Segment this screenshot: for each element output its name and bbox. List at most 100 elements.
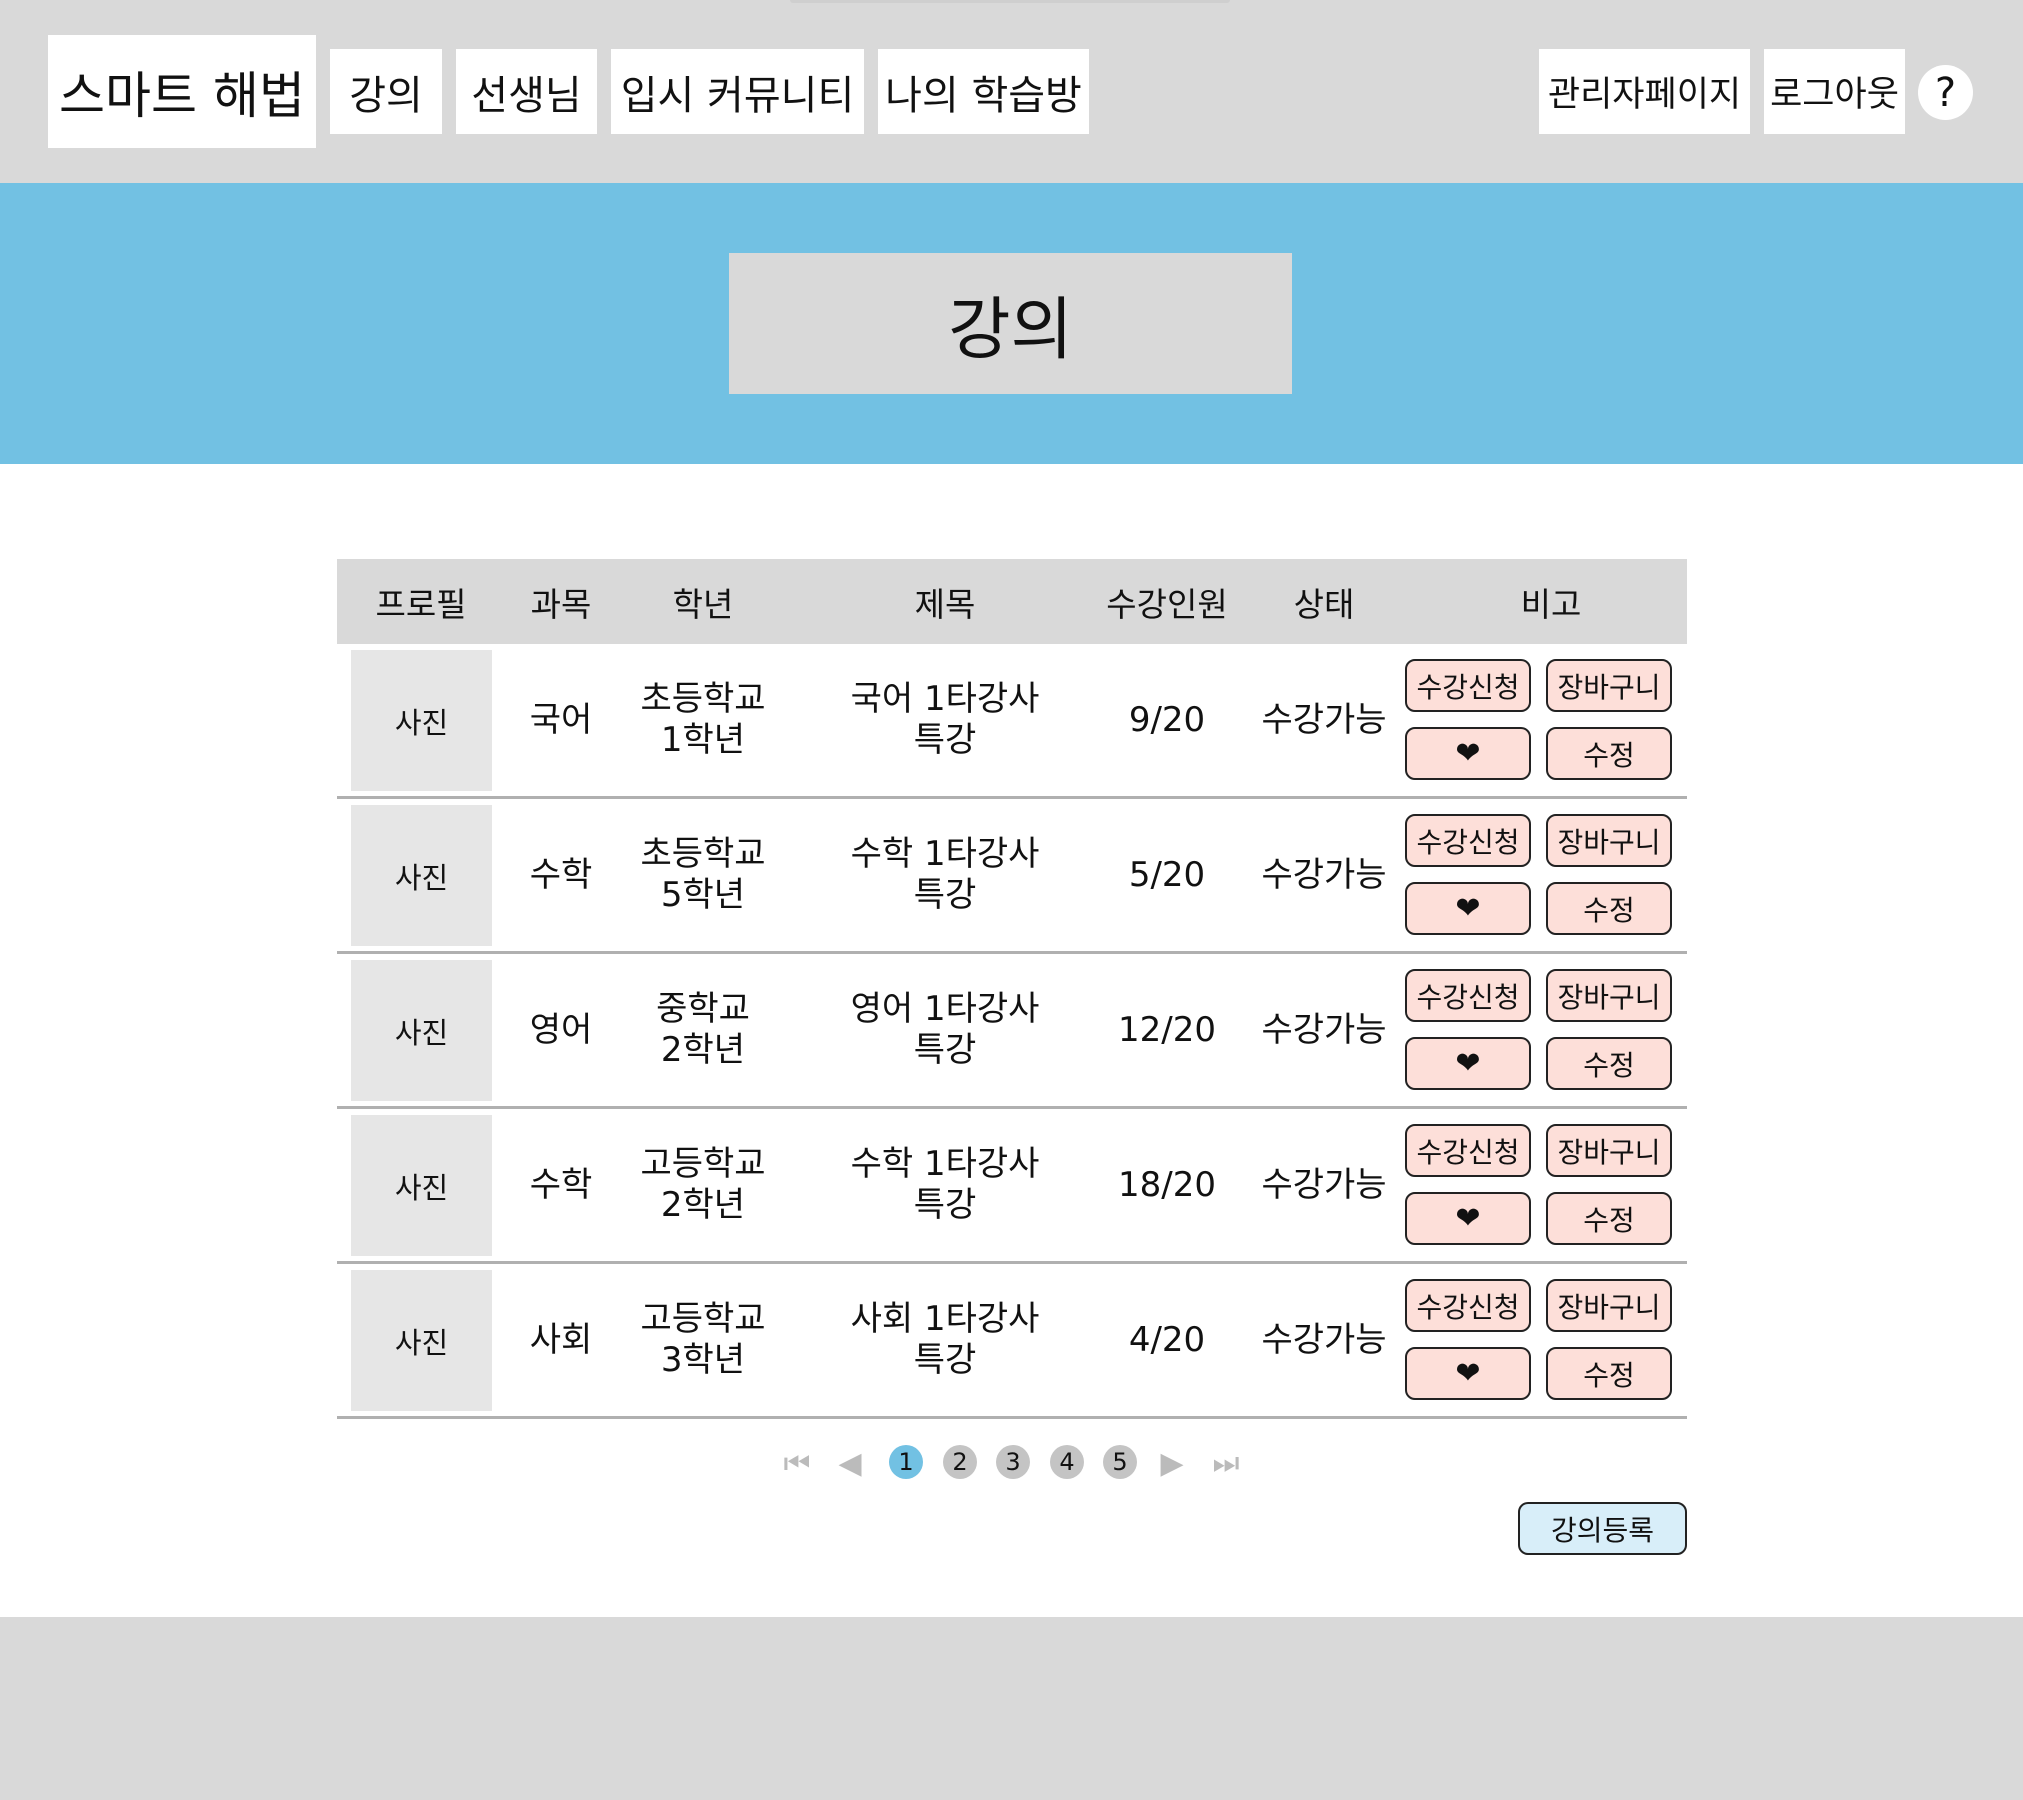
page-number[interactable]: 5 — [1103, 1445, 1137, 1479]
lecture-table: 프로필 과목 학년 제목 수강인원 상태 비고 사진 국어 초등학교 1학년 국어… — [337, 559, 1687, 1419]
subject-cell: 국어 — [529, 699, 593, 740]
grade-school: 초등학교 — [640, 679, 766, 719]
enrollment-cell: 5/20 — [1128, 854, 1206, 895]
title-line-2: 특강 — [913, 1340, 977, 1380]
cart-button[interactable]: 장바구니 — [1546, 969, 1672, 1022]
subject-cell: 영어 — [529, 1009, 593, 1050]
nav-item-community[interactable]: 입시 커뮤니티 — [611, 49, 864, 134]
register-lecture-button[interactable]: 강의등록 — [1518, 1502, 1687, 1555]
grade-cell: 초등학교 5학년 — [617, 834, 789, 916]
top-navigation-bar: 스마트 해법 강의 선생님 입시 커뮤니티 나의 학습방 관리자페이지 로그아웃… — [0, 0, 2023, 183]
prev-page-icon[interactable]: ◀ — [828, 1445, 872, 1481]
grade-year: 1학년 — [660, 720, 746, 760]
table-row: 사진 사회 고등학교 3학년 사회 1타강사 특강 4/20 수강가능 수강신청 장… — [337, 1264, 1687, 1419]
apply-button[interactable]: 수강신청 — [1405, 1124, 1531, 1177]
page-number[interactable]: 4 — [1050, 1445, 1084, 1479]
grade-school: 초등학교 — [640, 834, 766, 874]
title-line-1: 수학 1타강사 — [850, 1144, 1040, 1184]
help-icon[interactable]: ? — [1918, 65, 1973, 120]
table-row: 사진 수학 고등학교 2학년 수학 1타강사 특강 18/20 수강가능 수강신청 … — [337, 1109, 1687, 1264]
apply-button[interactable]: 수강신청 — [1405, 1279, 1531, 1332]
edit-button[interactable]: 수정 — [1546, 727, 1672, 780]
enrollment-cell: 12/20 — [1118, 1009, 1216, 1050]
subject-cell: 수학 — [529, 1164, 593, 1205]
title-line-2: 특강 — [913, 720, 977, 760]
title-line-1: 사회 1타강사 — [850, 1299, 1040, 1339]
title-line-1: 영어 1타강사 — [850, 989, 1040, 1029]
grade-school: 중학교 — [656, 989, 750, 1029]
title-cell: 사회 1타강사 특강 — [789, 1299, 1101, 1381]
cart-button[interactable]: 장바구니 — [1546, 1124, 1672, 1177]
status-cell: 수강가능 — [1261, 1164, 1387, 1205]
table-row: 사진 영어 중학교 2학년 영어 1타강사 특강 12/20 수강가능 수강신청 장… — [337, 954, 1687, 1109]
grade-school: 고등학교 — [640, 1299, 766, 1339]
edit-button[interactable]: 수정 — [1546, 1037, 1672, 1090]
page-title: 강의 — [729, 253, 1292, 394]
nav-item-my-study[interactable]: 나의 학습방 — [878, 49, 1089, 134]
profile-photo: 사진 — [351, 650, 492, 791]
column-header-title: 제목 — [914, 584, 976, 624]
profile-photo: 사진 — [351, 1270, 492, 1411]
column-header-remarks: 비고 — [1520, 584, 1582, 624]
grade-year: 3학년 — [660, 1340, 746, 1380]
last-page-icon[interactable]: ⏭ — [1204, 1445, 1248, 1481]
title-line-2: 특강 — [913, 1185, 977, 1225]
grade-cell: 고등학교 2학년 — [617, 1144, 789, 1226]
next-page-icon[interactable]: ▶ — [1150, 1445, 1194, 1481]
edit-button[interactable]: 수정 — [1546, 882, 1672, 935]
enrollment-cell: 18/20 — [1118, 1164, 1216, 1205]
page-number[interactable]: 3 — [996, 1445, 1030, 1479]
title-line-1: 수학 1타강사 — [850, 834, 1040, 874]
edit-button[interactable]: 수정 — [1546, 1347, 1672, 1400]
page-number[interactable]: 1 — [889, 1445, 923, 1479]
enrollment-cell: 4/20 — [1128, 1319, 1206, 1360]
heart-icon[interactable]: ❤ — [1405, 1037, 1531, 1090]
cart-button[interactable]: 장바구니 — [1546, 1279, 1672, 1332]
title-cell: 수학 1타강사 특강 — [789, 834, 1101, 916]
heart-icon[interactable]: ❤ — [1405, 882, 1531, 935]
enrollment-cell: 9/20 — [1128, 699, 1206, 740]
column-header-status: 상태 — [1293, 584, 1355, 624]
status-cell: 수강가능 — [1261, 854, 1387, 895]
footer — [0, 1617, 2023, 1800]
title-line-2: 특강 — [913, 1030, 977, 1070]
grade-cell: 고등학교 3학년 — [617, 1299, 789, 1381]
top-notch — [790, 0, 1230, 3]
column-header-grade: 학년 — [672, 584, 734, 624]
title-line-1: 국어 1타강사 — [850, 679, 1040, 719]
apply-button[interactable]: 수강신청 — [1405, 659, 1531, 712]
heart-icon[interactable]: ❤ — [1405, 1347, 1531, 1400]
admin-page-button[interactable]: 관리자페이지 — [1539, 49, 1750, 134]
logout-button[interactable]: 로그아웃 — [1764, 49, 1905, 134]
title-line-2: 특강 — [913, 875, 977, 915]
cart-button[interactable]: 장바구니 — [1546, 659, 1672, 712]
table-header: 프로필 과목 학년 제목 수강인원 상태 비고 — [337, 559, 1687, 644]
heart-icon[interactable]: ❤ — [1405, 727, 1531, 780]
grade-school: 고등학교 — [640, 1144, 766, 1184]
profile-photo: 사진 — [351, 960, 492, 1101]
cart-button[interactable]: 장바구니 — [1546, 814, 1672, 867]
subject-cell: 수학 — [529, 854, 593, 895]
nav-item-lecture[interactable]: 강의 — [330, 49, 442, 134]
title-cell: 국어 1타강사 특강 — [789, 679, 1101, 761]
column-header-enrollment: 수강인원 — [1106, 584, 1228, 624]
apply-button[interactable]: 수강신청 — [1405, 814, 1531, 867]
heart-icon[interactable]: ❤ — [1405, 1192, 1531, 1245]
grade-cell: 초등학교 1학년 — [617, 679, 789, 761]
title-cell: 수학 1타강사 특강 — [789, 1144, 1101, 1226]
profile-photo: 사진 — [351, 1115, 492, 1256]
first-page-icon[interactable]: ⏮ — [775, 1445, 819, 1481]
edit-button[interactable]: 수정 — [1546, 1192, 1672, 1245]
page-number[interactable]: 2 — [943, 1445, 977, 1479]
status-cell: 수강가능 — [1261, 699, 1387, 740]
nav-item-teacher[interactable]: 선생님 — [456, 49, 597, 134]
table-row: 사진 국어 초등학교 1학년 국어 1타강사 특강 9/20 수강가능 수강신청 장… — [337, 644, 1687, 799]
grade-year: 2학년 — [660, 1185, 746, 1225]
pagination: ⏮ ◀ 1 2 3 4 5 ▶ ⏭ — [775, 1445, 1250, 1481]
column-header-profile: 프로필 — [375, 584, 467, 624]
profile-photo: 사진 — [351, 805, 492, 946]
grade-year: 5학년 — [660, 875, 746, 915]
subject-cell: 사회 — [529, 1319, 593, 1360]
site-logo[interactable]: 스마트 해법 — [48, 35, 316, 148]
apply-button[interactable]: 수강신청 — [1405, 969, 1531, 1022]
